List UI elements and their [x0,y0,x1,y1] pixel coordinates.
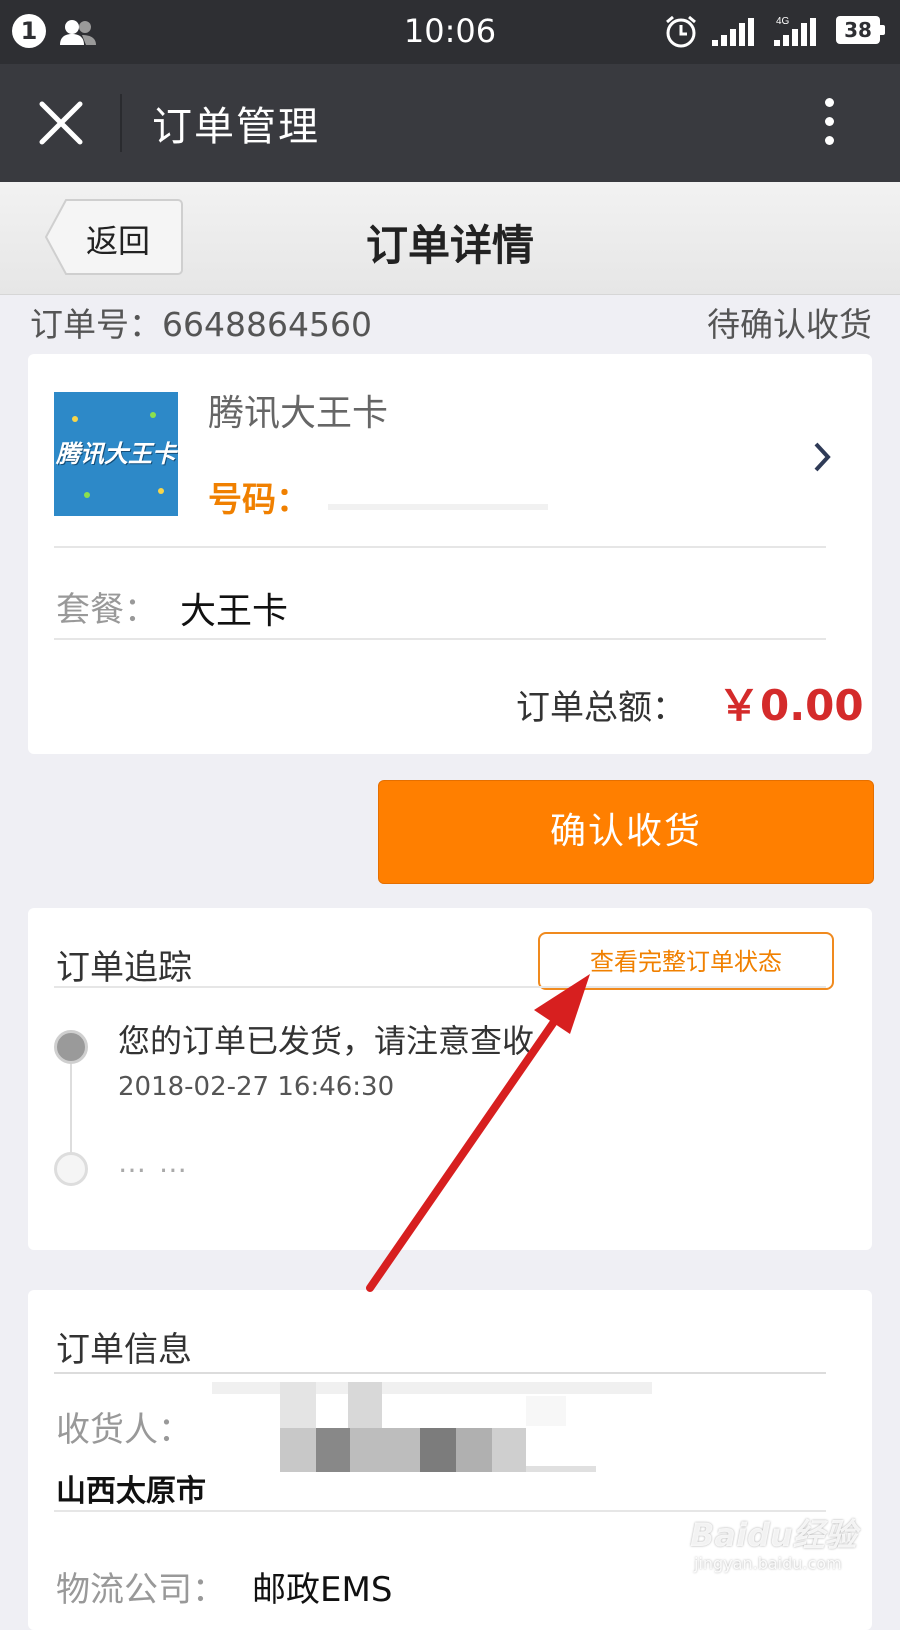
order-number: 订单号：6648864560 [30,305,372,344]
more-icon[interactable] [822,98,836,150]
order-status: 待确认收货 [707,305,872,344]
thumbnail-text: 腾讯大王卡 [56,440,176,468]
order-total-value: ￥0.00 [718,681,864,730]
page-header: 返回 订单详情 [0,182,900,295]
product-thumbnail[interactable]: 腾讯大王卡 [54,392,178,516]
battery-icon: 38 [836,16,886,46]
logistics-value: 邮政EMS [252,1570,393,1610]
order-tracking-card: 订单追踪 查看完整订单状态 您的订单已发货，请注意查收 2018-02-27 1… [28,908,872,1250]
status-bar: 1 10:06 4G 38 [0,0,900,64]
watermark: Baidu经验 jingyan.baidu.com [690,1510,870,1590]
tracking-event-text: 您的订单已发货，请注意查收 [118,1022,535,1060]
signal-icon [712,18,754,46]
close-icon[interactable] [38,100,84,146]
plan-value: 大王卡 [180,591,289,632]
network-type: 4G [776,16,790,27]
logistics-label: 物流公司： [56,1570,226,1610]
battery-level: 38 [844,18,872,42]
plan-label: 套餐： [56,590,158,630]
divider [54,1372,826,1374]
watermark-url: jingyan.baidu.com [694,1554,842,1573]
product-name[interactable]: 腾讯大王卡 [208,384,388,436]
tracking-more: … … [118,1146,189,1179]
timeline-node-active [54,1030,88,1064]
confirm-receipt-button[interactable]: 确认收货 [378,780,874,884]
divider [54,638,826,640]
signal-4g-icon: 4G [774,16,816,46]
app-title: 订单管理 [152,104,320,150]
title-divider [120,94,122,152]
product-card: 腾讯大王卡 腾讯大王卡 号码： 套餐： 大王卡 订单总额： ￥0.00 [28,354,872,754]
receiver-label: 收货人： [56,1410,192,1450]
clock-time: 10:06 [403,12,497,50]
title-bar: 订单管理 [0,64,900,182]
page-title: 订单详情 [365,221,534,270]
receiver-address: 山西太原市 [56,1474,206,1509]
chevron-right-icon[interactable] [812,440,834,474]
order-total-label: 订单总额： [516,688,686,728]
timeline-node [54,1152,88,1186]
phone-number-label: 号码： [208,480,310,520]
watermark-brand: Baidu经验 [690,1516,857,1554]
order-info-title: 订单信息 [56,1330,192,1370]
redacted-receiver-info [212,1382,652,1474]
divider [54,986,826,988]
phone-number-redacted [328,504,548,510]
tracking-event-time: 2018-02-27 16:46:30 [118,1072,395,1102]
alarm-icon [666,15,696,48]
divider [54,546,826,548]
view-full-status-button[interactable]: 查看完整订单状态 [538,932,834,990]
tracking-title: 订单追踪 [56,948,192,988]
